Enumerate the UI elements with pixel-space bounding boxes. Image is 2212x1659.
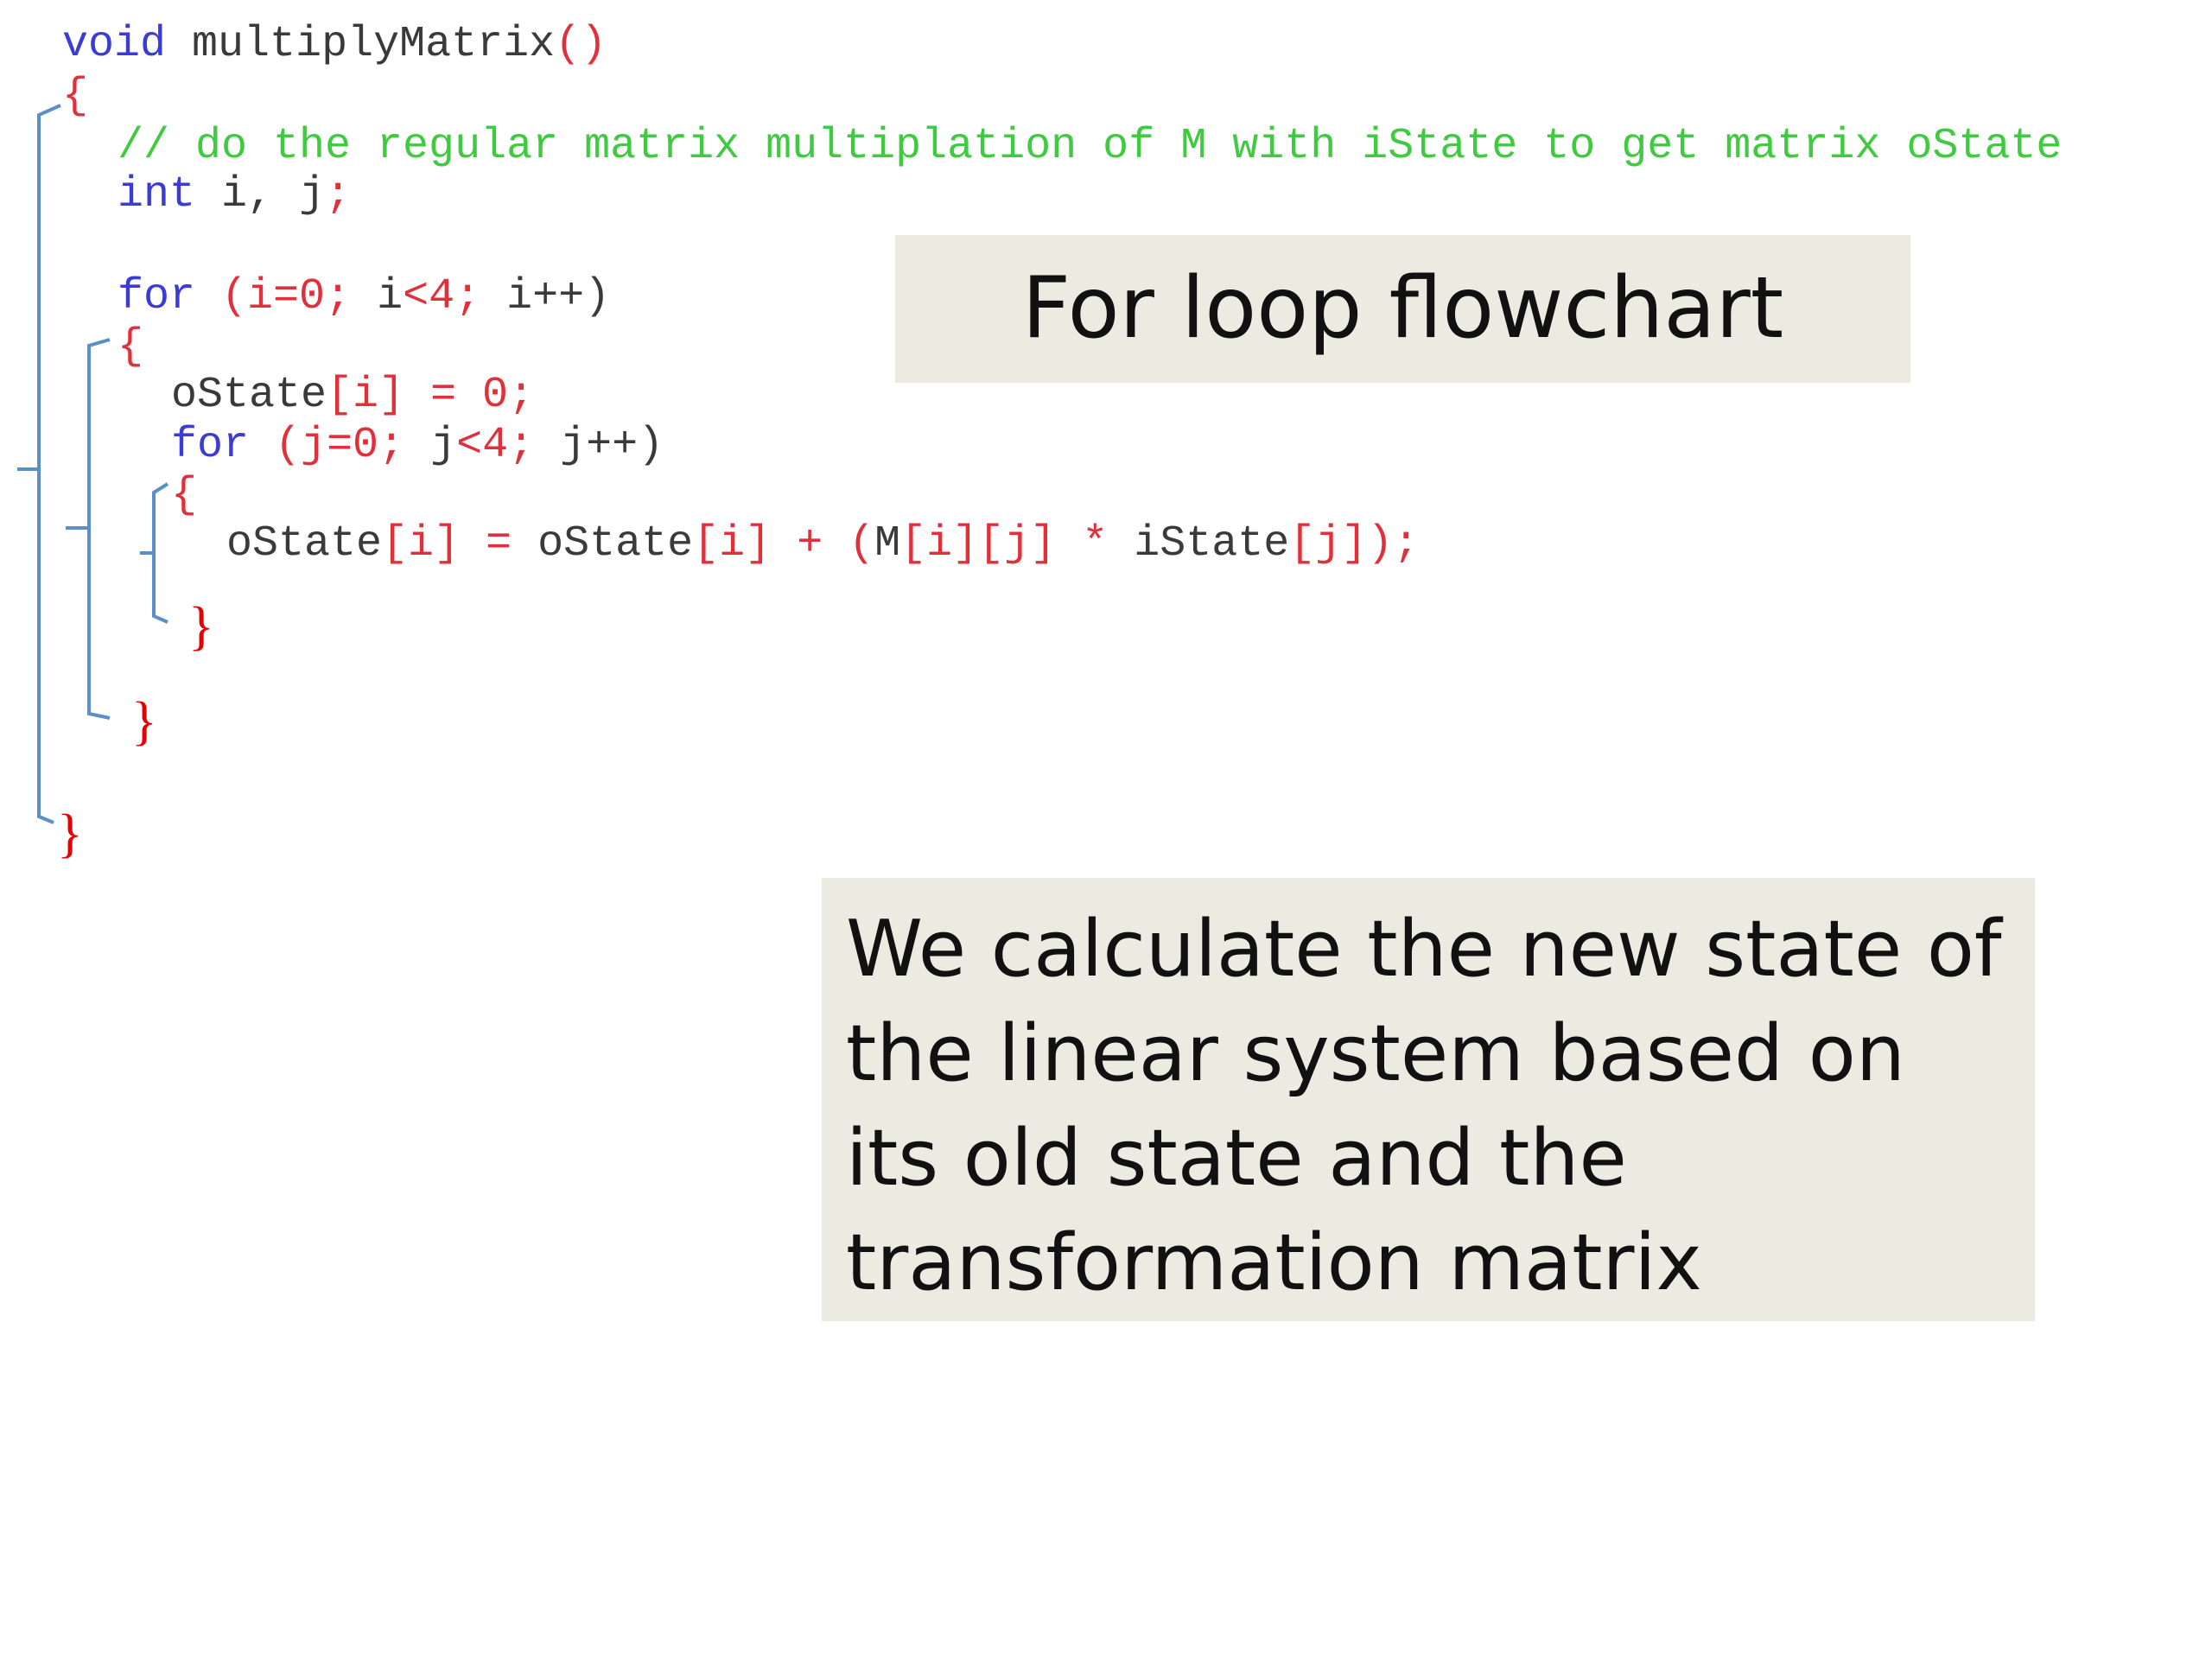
istate-var: iState <box>1134 519 1290 569</box>
title-callout: For loop flowchart <box>895 235 1910 383</box>
middle-close-brace: } <box>131 692 157 751</box>
middle-open-brace: { <box>118 322 144 372</box>
outer-open-brace: { <box>62 72 89 121</box>
ostate-lhs: oState <box>226 519 383 569</box>
code-line-inner-for: for (j=0; j<4; j++) <box>171 420 664 472</box>
code-line-int-declaration: int i, j; <box>118 169 351 221</box>
title-text: For loop flowchart <box>1021 259 1784 358</box>
outer-for-var: i <box>377 272 404 321</box>
code-comment: // do the regular matrix multiplation of… <box>118 122 2063 171</box>
inner-for-init: (j=0; <box>275 421 405 470</box>
outer-scope-bracket <box>37 104 61 824</box>
code-line-outer-for: for (i=0; i<4; i++) <box>118 271 610 323</box>
outer-for-init: (i=0; <box>221 272 352 321</box>
inner-scope-bracket <box>152 482 169 624</box>
var-i: i, <box>221 170 274 219</box>
code-line-ostate-init: oState[i] = 0; <box>171 370 534 422</box>
ostate-var: oState <box>171 371 327 420</box>
code-line-ostate-update: oState[i] = oState[i] + (M[i][j] * iStat… <box>226 518 1419 570</box>
code-line-comment: // do the regular matrix multiplation of… <box>118 121 2062 173</box>
function-name: multiplyMatrix <box>192 20 556 69</box>
code-line-function-signature: void multiplyMatrix() <box>62 19 607 71</box>
semicolon: ; <box>325 170 352 219</box>
outer-close-brace: } <box>57 804 83 863</box>
inner-for-var: j <box>430 421 457 470</box>
middle-scope-bracket <box>87 338 111 720</box>
code-line-open-brace-inner: { <box>171 470 197 522</box>
outer-for-inc: i++) <box>506 272 611 321</box>
code-line-open-brace-middle: { <box>118 321 143 373</box>
ostate-rhs: oState <box>537 519 694 569</box>
function-parens: () <box>555 20 607 69</box>
inner-for-inc: j++) <box>560 421 664 470</box>
inner-for-cond: <4; <box>456 421 535 470</box>
keyword-void: void <box>62 20 167 69</box>
ostate-rhs-index: [i] + ( <box>693 519 875 569</box>
matrix-index: [i][j] * <box>900 519 1135 569</box>
inner-open-brace: { <box>171 471 198 520</box>
var-j: j <box>299 170 326 219</box>
istate-index: [j]); <box>1289 519 1420 569</box>
code-line-open-brace-outer: { <box>62 71 88 123</box>
description-text: We calculate the new state of the linear… <box>846 904 2002 1308</box>
ostate-init-rest: [i] = 0; <box>327 371 535 420</box>
outer-for-cond: <4; <box>403 272 481 321</box>
keyword-for-outer: for <box>118 272 196 321</box>
inner-close-brace: } <box>188 597 214 656</box>
keyword-int: int <box>118 170 196 219</box>
ostate-lhs-index: [i] = <box>382 519 538 569</box>
description-callout: We calculate the new state of the linear… <box>822 878 2035 1321</box>
matrix-m: M <box>874 519 901 569</box>
keyword-for-inner: for <box>171 421 250 470</box>
